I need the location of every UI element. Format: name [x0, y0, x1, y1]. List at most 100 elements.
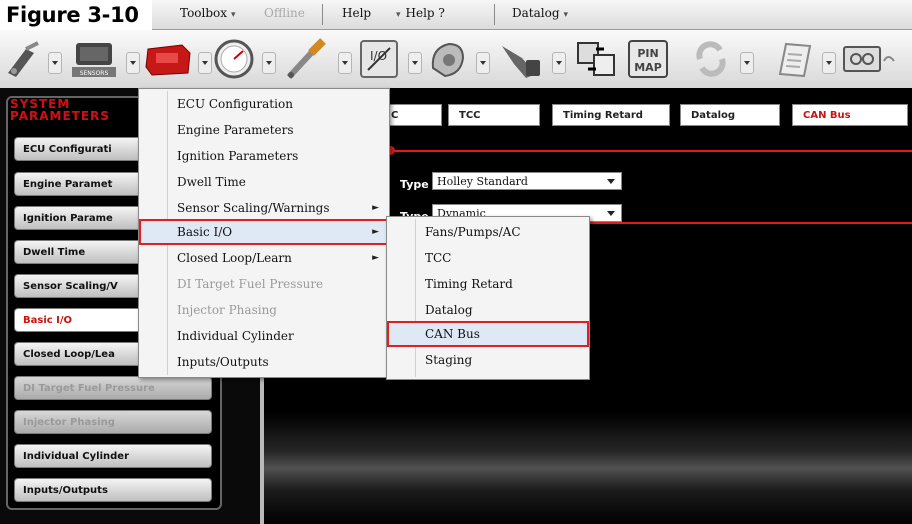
tab-datalog[interactable]: Datalog	[680, 104, 780, 126]
type-select-value: Holley Standard	[437, 175, 528, 188]
menu-item-inputs-outputs[interactable]: Inputs/Outputs	[139, 349, 389, 375]
menu-item-label: Injector Phasing	[177, 303, 277, 317]
menu-item-label: Inputs/Outputs	[177, 355, 269, 369]
menu-item-dwell-time[interactable]: Dwell Time	[139, 169, 389, 195]
menu-item-label: Closed Loop/Learn	[177, 251, 292, 265]
chevron-right-icon: ►	[372, 227, 379, 237]
submenu-item-timing-retard[interactable]: Timing Retard	[387, 271, 589, 297]
tab-timing-retard[interactable]: Timing Retard	[552, 104, 670, 126]
submenu-item-datalog[interactable]: Datalog	[387, 297, 589, 323]
ecu-dropdown-menu: ECU Configuration Engine Parameters Igni…	[138, 88, 390, 378]
menu-help[interactable]: Help	[342, 6, 371, 20]
submenu-item-label: CAN Bus	[425, 327, 480, 341]
menu-item-label: ECU Configuration	[177, 97, 293, 111]
sidebar-item-inputs-outputs[interactable]: Inputs/Outputs	[14, 478, 212, 502]
refresh-dropdown[interactable]	[740, 52, 754, 74]
menu-item-engine-parameters[interactable]: Engine Parameters	[139, 117, 389, 143]
sidebar-item-injector-phasing[interactable]: Injector Phasing	[14, 410, 212, 434]
submenu-item-label: TCC	[425, 251, 452, 265]
figure-label: Figure 3-10	[0, 0, 156, 34]
menu-offline-label: Offline	[264, 6, 305, 20]
menu-help-question[interactable]: ▾ Help ?	[396, 6, 445, 20]
io-switch-dropdown[interactable]	[408, 52, 422, 74]
type-select[interactable]: Holley Standard	[432, 172, 622, 190]
ignition-coil-dropdown[interactable]	[476, 52, 490, 74]
chevron-right-icon: ►	[372, 203, 379, 213]
menu-datalog-label: Datalog	[512, 6, 560, 20]
sensors-label: SENSORS	[80, 70, 109, 77]
menu-item-basic-io[interactable]: Basic I/O ►	[139, 219, 389, 245]
io-switch-icon[interactable]: I/O	[356, 36, 402, 82]
svg-text:PIN: PIN	[637, 47, 658, 60]
fuel-injector-icon[interactable]	[282, 36, 332, 82]
throttle-pedal-dropdown[interactable]	[552, 52, 566, 74]
pin-map-icon[interactable]: PIN MAP	[624, 36, 672, 82]
submenu-item-label: Timing Retard	[425, 277, 513, 291]
ignition-coil-icon[interactable]	[424, 36, 470, 82]
chevron-down-icon: ▾	[231, 10, 236, 20]
chevron-down-icon	[607, 211, 615, 216]
figure-label-text: Figure 3-10	[6, 3, 139, 27]
menu-toolbox-label: Toolbox	[180, 6, 228, 20]
chevron-down-icon: ▾	[396, 10, 401, 20]
menu-offline[interactable]: Offline	[264, 6, 305, 20]
submenu-item-label: Datalog	[425, 303, 473, 317]
system-parameters-title: SYSTEM PARAMETERS	[10, 98, 150, 122]
menu-item-label: Sensor Scaling/Warnings	[177, 201, 330, 215]
menu-bar: Toolbox ▾ Offline Help ▾ Help ? Datalog ▾	[152, 0, 912, 30]
menu-item-label: Basic I/O	[177, 225, 233, 239]
submenu-item-staging[interactable]: Staging	[387, 347, 589, 373]
menu-item-label: DI Target Fuel Pressure	[177, 277, 324, 291]
menu-help-label: Help	[342, 6, 372, 20]
submenu-item-label: Fans/Pumps/AC	[425, 225, 521, 239]
section-divider	[380, 150, 912, 152]
submenu-item-tcc[interactable]: TCC	[387, 245, 589, 271]
submenu-item-label: Staging	[425, 353, 473, 367]
throttle-pedal-icon[interactable]	[496, 36, 546, 82]
ecu-red-icon[interactable]	[140, 36, 196, 82]
menu-toolbox[interactable]: Toolbox ▾	[180, 6, 236, 20]
menu-help-question-label: Help ?	[405, 6, 445, 20]
basic-io-submenu: Fans/Pumps/AC TCC Timing Retard Datalog …	[386, 216, 590, 380]
injector-wiring-icon[interactable]	[4, 36, 44, 82]
menu-item-injector-phasing[interactable]: Injector Phasing	[139, 297, 389, 323]
chevron-right-icon: ►	[372, 253, 379, 263]
submenu-item-can-bus[interactable]: CAN Bus	[387, 321, 589, 347]
svg-text:MAP: MAP	[634, 61, 662, 74]
chevron-down-icon	[607, 179, 615, 184]
transfer-icon[interactable]	[572, 36, 620, 82]
notepad-icon[interactable]	[770, 36, 818, 82]
chevron-down-icon: ▾	[563, 10, 569, 20]
sidebar-item-di-target-fuel-pressure[interactable]: DI Target Fuel Pressure	[14, 376, 212, 400]
menu-item-label: Dwell Time	[177, 175, 246, 189]
tab-tcc[interactable]: TCC	[448, 104, 540, 126]
ecu-red-dropdown[interactable]	[198, 52, 212, 74]
menu-item-individual-cylinder[interactable]: Individual Cylinder	[139, 323, 389, 349]
fuel-injector-dropdown[interactable]	[338, 52, 352, 74]
injector-wiring-dropdown[interactable]	[48, 52, 62, 74]
menu-item-label: Ignition Parameters	[177, 149, 299, 163]
refresh-icon[interactable]	[688, 36, 734, 82]
gauge-dropdown[interactable]	[262, 52, 276, 74]
ecu-module-icon[interactable]: SENSORS	[66, 36, 122, 82]
menu-separator	[322, 4, 323, 25]
notepad-dropdown[interactable]	[822, 52, 836, 74]
title-line-2: PARAMETERS	[10, 109, 110, 123]
menu-datalog[interactable]: Datalog ▾	[512, 6, 568, 20]
gauge-icon[interactable]	[212, 36, 256, 82]
menu-item-di-target-fuel-pressure[interactable]: DI Target Fuel Pressure	[139, 271, 389, 297]
datalog-icon[interactable]	[838, 36, 898, 82]
menu-item-label: Engine Parameters	[177, 123, 294, 137]
tab-can-bus[interactable]: CAN Bus	[792, 104, 908, 126]
sidebar-item-individual-cylinder[interactable]: Individual Cylinder	[14, 444, 212, 468]
menu-separator	[494, 4, 495, 25]
menu-item-closed-loop[interactable]: Closed Loop/Learn ►	[139, 245, 389, 271]
menu-item-ecu-configuration[interactable]: ECU Configuration	[139, 91, 389, 117]
background-glow	[264, 412, 912, 524]
ecu-module-dropdown[interactable]	[126, 52, 140, 74]
menu-item-sensor-scaling[interactable]: Sensor Scaling/Warnings ►	[139, 195, 389, 221]
menu-item-ignition-parameters[interactable]: Ignition Parameters	[139, 143, 389, 169]
menu-item-label: Individual Cylinder	[177, 329, 294, 343]
submenu-item-fans-pumps-ac[interactable]: Fans/Pumps/AC	[387, 219, 589, 245]
toolbar: SENSORS I/O PIN MAP	[0, 30, 912, 89]
